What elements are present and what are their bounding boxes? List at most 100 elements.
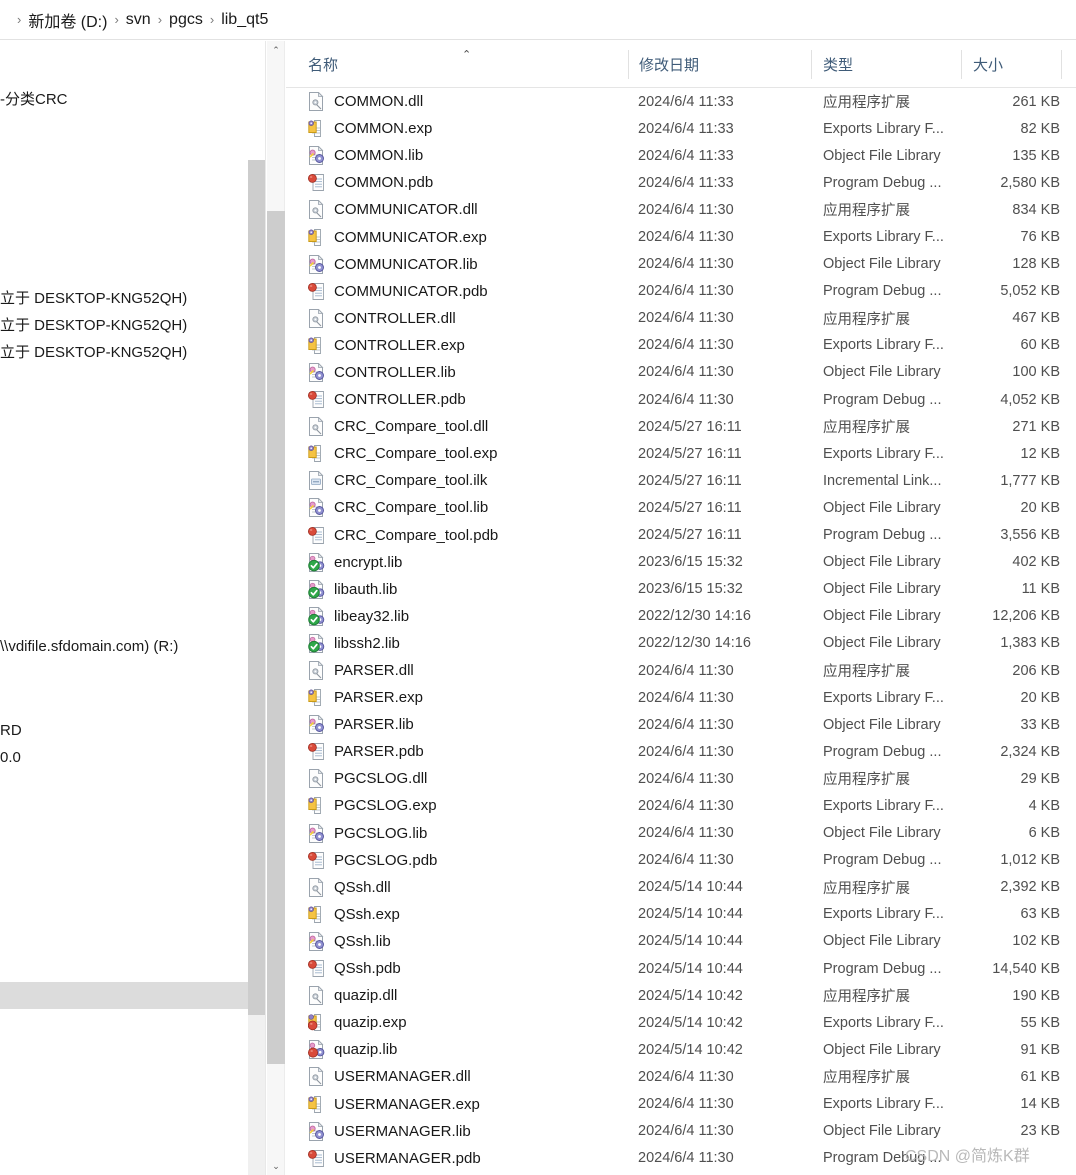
column-header-type[interactable]: 类型 (823, 41, 853, 88)
file-name-cell[interactable]: USERMANAGER.exp (308, 1090, 480, 1117)
file-name-cell[interactable]: libeay32.lib (308, 603, 409, 630)
file-name-cell[interactable]: QSsh.exp (308, 901, 400, 928)
file-row[interactable]: PARSER.dll 2024/6/4 11:30 应用程序扩展 206 KB (286, 657, 1076, 684)
file-name-cell[interactable]: COMMUNICATOR.exp (308, 223, 487, 250)
column-header-name[interactable]: 名称 (308, 41, 338, 88)
file-row[interactable]: CRC_Compare_tool.exp 2024/5/27 16:11 Expor… (286, 440, 1076, 467)
file-name-cell[interactable]: COMMON.exp (308, 115, 432, 142)
file-row[interactable]: libauth.lib 2023/6/15 15:32 Object File Li… (286, 576, 1076, 603)
file-name-cell[interactable]: PGCSLOG.lib (308, 820, 427, 847)
nav-tree-item[interactable]: 0.0 (0, 744, 266, 771)
file-row[interactable]: encrypt.lib 2023/6/15 15:32 Object File Li… (286, 549, 1076, 576)
file-name-cell[interactable]: CRC_Compare_tool.ilk (308, 467, 487, 494)
file-name-cell[interactable]: QSsh.dll (308, 874, 391, 901)
column-divider[interactable] (811, 50, 812, 79)
file-name-cell[interactable]: COMMUNICATOR.lib (308, 251, 478, 278)
nav-tree-item[interactable]: 立于 DESKTOP-KNG52QH) (0, 284, 266, 311)
file-row[interactable]: CRC_Compare_tool.ilk 2024/5/27 16:11 Incre… (286, 467, 1076, 494)
column-divider[interactable] (961, 50, 962, 79)
file-list-scrollbar[interactable]: ⌃ ⌄ (267, 41, 285, 1175)
column-header-date[interactable]: 修改日期 (639, 41, 699, 88)
file-row[interactable]: CONTROLLER.lib 2024/6/4 11:30 Object File … (286, 359, 1076, 386)
file-row[interactable]: quazip.dll 2024/5/14 10:42 应用程序扩展 190 KB (286, 982, 1076, 1009)
nav-tree-item[interactable]: RD (0, 717, 266, 744)
file-name-cell[interactable]: CRC_Compare_tool.lib (308, 494, 488, 521)
file-row[interactable]: QSsh.lib 2024/5/14 10:44 Object File Libra… (286, 928, 1076, 955)
file-row[interactable]: COMMON.lib 2024/6/4 11:33 Object File Libr… (286, 142, 1076, 169)
file-name-cell[interactable]: libauth.lib (308, 576, 397, 603)
file-row[interactable]: COMMON.exp 2024/6/4 11:33 Exports Library … (286, 115, 1076, 142)
file-name-cell[interactable]: quazip.dll (308, 982, 397, 1009)
file-name-cell[interactable]: PARSER.dll (308, 657, 414, 684)
file-row[interactable]: libeay32.lib 2022/12/30 14:16 Object File … (286, 603, 1076, 630)
file-name-cell[interactable]: COMMON.pdb (308, 169, 433, 196)
file-name-cell[interactable]: USERMANAGER.lib (308, 1118, 471, 1145)
breadcrumb-bar[interactable]: › 新加卷 (D:) › svn › pgcs › lib_qt5 (0, 0, 1076, 40)
file-name-cell[interactable]: CONTROLLER.exp (308, 332, 465, 359)
file-row[interactable]: PGCSLOG.lib 2024/6/4 11:30 Object File Lib… (286, 820, 1076, 847)
scroll-up-arrow-icon[interactable]: ⌃ (267, 41, 285, 59)
file-name-cell[interactable]: PGCSLOG.pdb (308, 847, 437, 874)
file-row[interactable]: quazip.exp 2024/5/14 10:42 Exports Library… (286, 1009, 1076, 1036)
file-name-cell[interactable]: USERMANAGER.dll (308, 1063, 471, 1090)
file-row[interactable]: PGCSLOG.exp 2024/6/4 11:30 Exports Library… (286, 792, 1076, 819)
file-row[interactable]: CONTROLLER.exp 2024/6/4 11:30 Exports Libr… (286, 332, 1076, 359)
breadcrumb-item-3[interactable]: lib_qt5 (221, 11, 268, 29)
file-name-cell[interactable]: quazip.lib (308, 1036, 397, 1063)
file-row[interactable]: PARSER.pdb 2024/6/4 11:30 Program Debug ..… (286, 738, 1076, 765)
file-name-cell[interactable]: COMMUNICATOR.dll (308, 196, 478, 223)
file-name-cell[interactable]: PGCSLOG.exp (308, 792, 437, 819)
column-header-size[interactable]: 大小 (973, 41, 1003, 88)
file-name-cell[interactable]: CONTROLLER.pdb (308, 386, 466, 413)
file-name-cell[interactable]: PARSER.exp (308, 684, 423, 711)
file-row[interactable]: CRC_Compare_tool.lib 2024/5/27 16:11 Objec… (286, 494, 1076, 521)
nav-tree-item[interactable]: -分类CRC (0, 85, 266, 112)
file-row[interactable]: PGCSLOG.dll 2024/6/4 11:30 应用程序扩展 29 KB (286, 765, 1076, 792)
breadcrumb-item-1[interactable]: svn (126, 11, 151, 29)
file-row[interactable]: USERMANAGER.dll 2024/6/4 11:30 应用程序扩展 61 KB (286, 1063, 1076, 1090)
nav-scrollbar-track[interactable] (248, 1015, 265, 1175)
file-row[interactable]: QSsh.exp 2024/5/14 10:44 Exports Library F… (286, 901, 1076, 928)
file-row[interactable]: CRC_Compare_tool.dll 2024/5/27 16:11 应用程序扩… (286, 413, 1076, 440)
navigation-pane[interactable]: -分类CRC 立于 DESKTOP-KNG52QH) 立于 DESKTOP-KNG5… (0, 41, 266, 1175)
file-name-cell[interactable]: COMMON.dll (308, 88, 423, 115)
file-row[interactable]: CONTROLLER.pdb 2024/6/4 11:30 Program Debu… (286, 386, 1076, 413)
file-name-cell[interactable]: QSsh.pdb (308, 955, 401, 982)
file-name-cell[interactable]: quazip.exp (308, 1009, 407, 1036)
file-row[interactable]: USERMANAGER.pdb 2024/6/4 11:30 Program Deb… (286, 1145, 1076, 1172)
file-name-cell[interactable]: USERMANAGER.pdb (308, 1145, 481, 1172)
file-row[interactable]: libssh2.lib 2022/12/30 14:16 Object File L… (286, 630, 1076, 657)
file-name-cell[interactable]: encrypt.lib (308, 549, 402, 576)
column-divider[interactable] (628, 50, 629, 79)
file-row[interactable]: COMMUNICATOR.lib 2024/6/4 11:30 Object Fil… (286, 251, 1076, 278)
file-row[interactable]: COMMON.pdb 2024/6/4 11:33 Program Debug ..… (286, 169, 1076, 196)
file-name-cell[interactable]: COMMUNICATOR.pdb (308, 278, 488, 305)
file-list-scrollbar-thumb[interactable] (267, 211, 285, 1064)
file-row[interactable]: COMMUNICATOR.exp 2024/6/4 11:30 Exports Li… (286, 223, 1076, 250)
column-divider[interactable] (1061, 50, 1062, 79)
file-row[interactable]: COMMON.dll 2024/6/4 11:33 应用程序扩展 261 KB (286, 88, 1076, 115)
file-name-cell[interactable]: CONTROLLER.dll (308, 305, 456, 332)
nav-scrollbar-thumb[interactable] (248, 160, 265, 1015)
breadcrumb-item-2[interactable]: pgcs (169, 11, 203, 29)
breadcrumb-item-0[interactable]: 新加卷 (D:) (28, 8, 107, 32)
file-name-cell[interactable]: PARSER.pdb (308, 738, 424, 765)
file-name-cell[interactable]: PARSER.lib (308, 711, 414, 738)
file-row[interactable]: quazip.lib 2024/5/14 10:42 Object File Lib… (286, 1036, 1076, 1063)
file-row[interactable]: CONTROLLER.dll 2024/6/4 11:30 应用程序扩展 467 KB (286, 305, 1076, 332)
scroll-down-arrow-icon[interactable]: ⌄ (267, 1157, 285, 1175)
file-name-cell[interactable]: CRC_Compare_tool.pdb (308, 522, 498, 549)
file-row[interactable]: USERMANAGER.lib 2024/6/4 11:30 Object File… (286, 1118, 1076, 1145)
file-row[interactable]: QSsh.pdb 2024/5/14 10:44 Program Debug ...… (286, 955, 1076, 982)
file-row[interactable]: PGCSLOG.pdb 2024/6/4 11:30 Program Debug .… (286, 847, 1076, 874)
file-name-cell[interactable]: libssh2.lib (308, 630, 400, 657)
file-name-cell[interactable]: CRC_Compare_tool.exp (308, 440, 497, 467)
file-row[interactable]: QSsh.dll 2024/5/14 10:44 应用程序扩展 2,392 KB (286, 874, 1076, 901)
file-row[interactable]: COMMUNICATOR.dll 2024/6/4 11:30 应用程序扩展 834 … (286, 196, 1076, 223)
file-name-cell[interactable]: PGCSLOG.dll (308, 765, 427, 792)
nav-tree-item[interactable] (0, 982, 266, 1009)
nav-tree-item[interactable]: \\vdifile.sfdomain.com) (R:) (0, 633, 266, 660)
nav-tree-item[interactable]: 立于 DESKTOP-KNG52QH) (0, 311, 266, 338)
file-row[interactable]: PARSER.exp 2024/6/4 11:30 Exports Library … (286, 684, 1076, 711)
file-row[interactable]: COMMUNICATOR.pdb 2024/6/4 11:30 Program De… (286, 278, 1076, 305)
